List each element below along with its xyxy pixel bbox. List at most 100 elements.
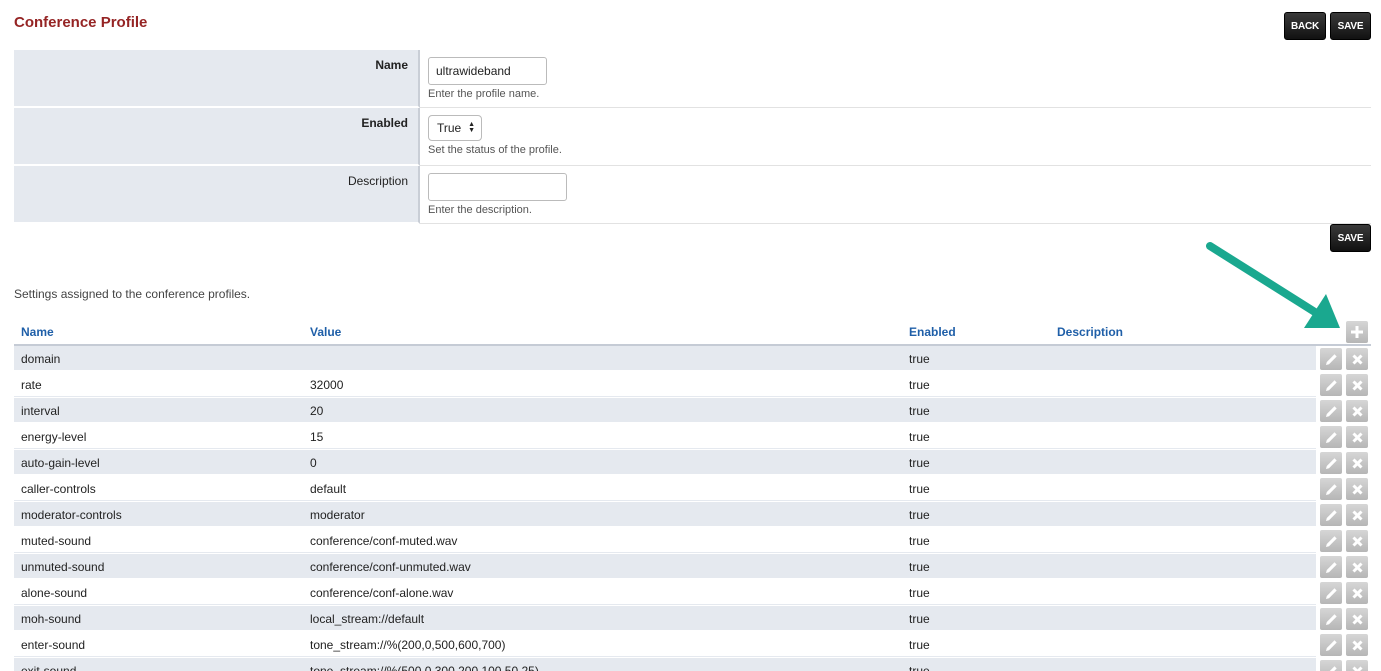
delete-button[interactable]	[1346, 504, 1368, 526]
pencil-icon	[1325, 535, 1337, 547]
edit-button[interactable]	[1320, 478, 1342, 500]
description-field-cell: Enter the description.	[420, 166, 1371, 224]
edit-button[interactable]	[1320, 374, 1342, 396]
setting-name: exit-sound	[21, 664, 77, 671]
setting-name: energy-level	[21, 430, 87, 444]
close-icon	[1351, 665, 1363, 671]
close-icon	[1351, 457, 1363, 469]
setting-value: tone_stream://%(200,0,500,600,700)	[310, 638, 506, 652]
edit-button[interactable]	[1320, 556, 1342, 578]
pencil-icon	[1325, 561, 1337, 573]
pencil-icon	[1325, 587, 1337, 599]
edit-button[interactable]	[1320, 608, 1342, 630]
setting-value: 20	[310, 404, 324, 418]
setting-value: conference/conf-unmuted.wav	[310, 560, 471, 574]
delete-button[interactable]	[1346, 556, 1368, 578]
setting-enabled: true	[909, 352, 930, 366]
table-row: exit-sound tone_stream://%(500,0,300,200…	[14, 658, 1371, 671]
setting-name: unmuted-sound	[21, 560, 105, 574]
name-field-cell: ultrawideband Enter the profile name.	[420, 50, 1371, 108]
description-hint: Enter the description.	[428, 204, 532, 216]
setting-enabled: true	[909, 482, 930, 496]
enabled-label: Enabled	[14, 108, 420, 166]
close-icon	[1351, 587, 1363, 599]
pencil-icon	[1325, 483, 1337, 495]
pencil-icon	[1325, 353, 1337, 365]
delete-button[interactable]	[1346, 660, 1368, 671]
setting-enabled: true	[909, 612, 930, 626]
edit-button[interactable]	[1320, 504, 1342, 526]
edit-button[interactable]	[1320, 660, 1342, 671]
delete-button[interactable]	[1346, 400, 1368, 422]
setting-value: default	[310, 482, 347, 496]
setting-name: interval	[21, 404, 60, 418]
row-background	[14, 632, 1316, 657]
delete-button[interactable]	[1346, 426, 1368, 448]
table-row: unmuted-sound conference/conf-unmuted.wa…	[14, 554, 1371, 580]
close-icon	[1351, 353, 1363, 365]
column-header-enabled[interactable]: Enabled	[909, 325, 956, 339]
pencil-icon	[1325, 379, 1337, 391]
row-background	[14, 528, 1316, 553]
row-background	[14, 554, 1316, 579]
setting-value: 0	[310, 456, 317, 470]
edit-button[interactable]	[1320, 426, 1342, 448]
pencil-icon	[1325, 431, 1337, 443]
table-row: alone-sound conference/conf-alone.wav tr…	[14, 580, 1371, 606]
enabled-select[interactable]: True ▲ ▼	[428, 115, 482, 141]
edit-button[interactable]	[1320, 530, 1342, 552]
table-row: domain true	[14, 346, 1371, 372]
column-header-name[interactable]: Name	[21, 325, 54, 339]
close-icon	[1351, 639, 1363, 651]
delete-button[interactable]	[1346, 374, 1368, 396]
delete-button[interactable]	[1346, 348, 1368, 370]
row-background	[14, 476, 1316, 501]
edit-button[interactable]	[1320, 634, 1342, 656]
settings-table: Name Value Enabled Description domain tr…	[14, 320, 1371, 671]
row-background	[14, 658, 1316, 671]
column-header-description[interactable]: Description	[1057, 325, 1123, 339]
delete-button[interactable]	[1346, 608, 1368, 630]
delete-button[interactable]	[1346, 582, 1368, 604]
setting-value: conference/conf-alone.wav	[310, 586, 454, 600]
enabled-select-value: True	[437, 121, 462, 135]
row-background	[14, 372, 1316, 397]
form-row-description: Description Enter the description.	[14, 166, 1371, 224]
save-button-top[interactable]: SAVE	[1330, 12, 1371, 40]
edit-button[interactable]	[1320, 452, 1342, 474]
delete-button[interactable]	[1346, 634, 1368, 656]
setting-enabled: true	[909, 378, 930, 392]
close-icon	[1351, 613, 1363, 625]
delete-button[interactable]	[1346, 452, 1368, 474]
pencil-icon	[1325, 457, 1337, 469]
delete-button[interactable]	[1346, 530, 1368, 552]
row-background	[14, 398, 1316, 423]
description-label: Description	[14, 166, 420, 224]
name-input[interactable]: ultrawideband	[428, 57, 547, 85]
setting-name: alone-sound	[21, 586, 88, 600]
setting-name: caller-controls	[21, 482, 96, 496]
close-icon	[1351, 561, 1363, 573]
form-row-name: Name ultrawideband Enter the profile nam…	[14, 50, 1371, 108]
back-button[interactable]: BACK	[1284, 12, 1326, 40]
settings-caption: Settings assigned to the conference prof…	[14, 287, 251, 301]
delete-button[interactable]	[1346, 478, 1368, 500]
row-background	[14, 450, 1316, 475]
add-setting-button[interactable]	[1346, 321, 1368, 343]
table-row: interval 20 true	[14, 398, 1371, 424]
column-header-value[interactable]: Value	[310, 325, 341, 339]
edit-button[interactable]	[1320, 582, 1342, 604]
plus-icon	[1351, 326, 1363, 338]
table-row: energy-level 15 true	[14, 424, 1371, 450]
description-input[interactable]	[428, 173, 567, 201]
edit-button[interactable]	[1320, 400, 1342, 422]
close-icon	[1351, 483, 1363, 495]
pencil-icon	[1328, 665, 1337, 671]
enabled-field-cell: True ▲ ▼ Set the status of the profile.	[420, 108, 1371, 166]
close-icon	[1351, 379, 1363, 391]
table-header: Name Value Enabled Description	[14, 320, 1371, 346]
edit-button[interactable]	[1320, 348, 1342, 370]
name-label: Name	[14, 50, 420, 108]
setting-name: rate	[21, 378, 42, 392]
pencil-icon	[1325, 405, 1337, 417]
